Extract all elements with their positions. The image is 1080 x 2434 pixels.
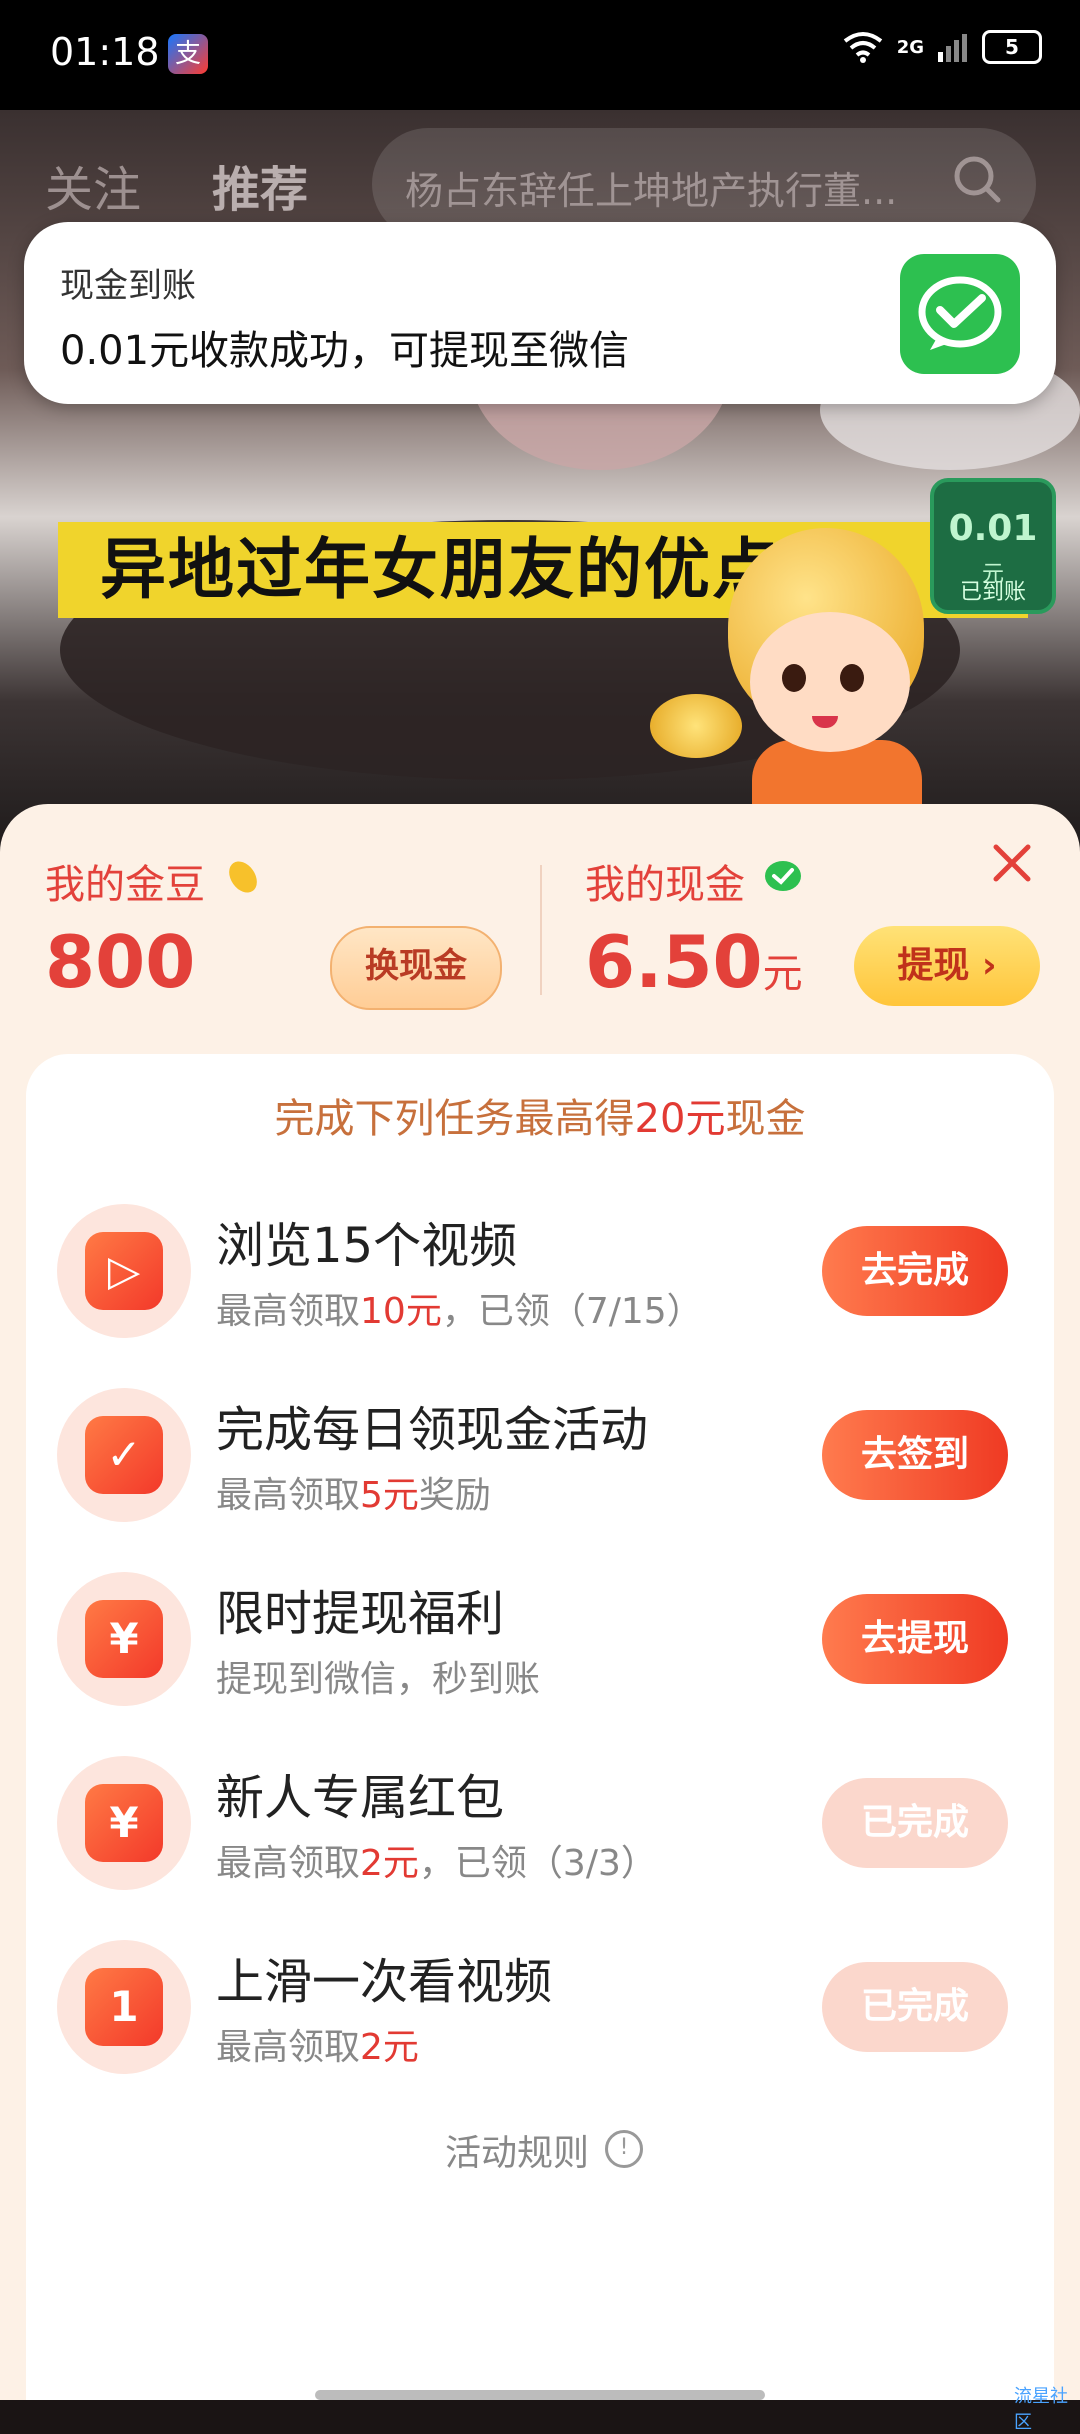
task-action-button[interactable]: 去提现 (822, 1594, 1008, 1684)
gold-bean-icon (229, 861, 257, 893)
task-subtitle-highlight: 5元 (360, 1475, 419, 1516)
notification-title: 现金到账 (60, 266, 196, 306)
task-action-button[interactable]: 已完成 (822, 1962, 1008, 2052)
wallet-divider (540, 865, 542, 995)
signal-icon (938, 34, 967, 62)
task-action-button[interactable]: 去完成 (822, 1226, 1008, 1316)
tv-icon: 1 (85, 1968, 163, 2046)
task-subtitle-suffix: ，已领（7/15） (441, 1291, 703, 1332)
gold-beans-label: 我的金豆 (45, 862, 205, 908)
close-icon[interactable] (990, 838, 1034, 898)
wechat-pay-icon (900, 254, 1020, 374)
play-icon: ▷ (85, 1232, 163, 1310)
alipay-app-icon: 支 (168, 34, 208, 74)
task-subtitle: 最高领取2元，已领（3/3） (216, 1834, 657, 1886)
task-title: 浏览15个视频 (216, 1218, 518, 1274)
wechat-check-icon (765, 861, 801, 891)
mascot-eye (782, 664, 806, 692)
task-subtitle-prefix: 最高领取 (216, 1475, 361, 1516)
task-title: 新人专属红包 (216, 1770, 505, 1826)
status-icons: 2G 5 (843, 30, 1042, 64)
task-action-button[interactable]: 去签到 (822, 1410, 1008, 1500)
watermark: 流星社区 (1014, 2386, 1068, 2433)
exchange-cash-button[interactable]: 换现金 (330, 926, 502, 1010)
status-time: 01:18 (50, 30, 160, 74)
check-icon: ✓ (85, 1416, 163, 1494)
mascot-face (750, 612, 910, 752)
task-subtitle-highlight: 2元 (360, 2027, 419, 2068)
task-title: 完成每日领现金活动 (216, 1402, 649, 1458)
tab-following[interactable]: 关注 (45, 150, 141, 220)
task-subtitle-suffix: ，已领（3/3） (418, 1843, 657, 1884)
mascot-eye (840, 664, 864, 692)
video-caption-text: 异地过年女朋友的优点 (100, 531, 780, 608)
task-subtitle-highlight: 10元 (360, 1291, 442, 1332)
my-cash-label: 我的现金 (585, 862, 745, 908)
task-subtitle: 最高领取10元，已领（7/15） (216, 1282, 703, 1334)
task-list-title: 完成下列任务最高得20元现金 (274, 1096, 806, 1142)
battery-icon: 5 (982, 30, 1042, 64)
task-subtitle: 最高领取5元奖励 (216, 1466, 491, 1518)
task-subtitle-prefix: 最高领取 (216, 1843, 361, 1884)
task-subtitle-highlight: 2元 (360, 1843, 419, 1884)
withdraw-button[interactable]: 提现 › (854, 926, 1040, 1006)
task-subtitle-prefix: 最高领取 (216, 1291, 361, 1332)
network-type-label: 2G (896, 36, 924, 58)
task-subtitle-prefix: 提现到微信，秒到账 (216, 1659, 541, 1700)
task-subtitle-suffix: 奖励 (418, 1475, 491, 1516)
yuan-icon: ¥ (85, 1600, 163, 1678)
search-icon[interactable] (952, 154, 1002, 204)
gold-ingot-icon (650, 694, 742, 758)
red-envelope-icon: ¥ (85, 1784, 163, 1862)
tab-recommend[interactable]: 推荐 (212, 150, 308, 220)
gold-beans-value: 800 (45, 920, 196, 1004)
task-title: 上滑一次看视频 (216, 1954, 553, 2010)
activity-rules-link[interactable]: 活动规则 (445, 2124, 589, 2176)
my-cash-value: 6.50元 (585, 920, 803, 1004)
info-icon[interactable]: ! (605, 2130, 643, 2168)
search-placeholder: 杨占东辞任上坤地产执行董... (405, 169, 898, 213)
task-title: 限时提现福利 (216, 1586, 505, 1642)
wifi-icon (843, 32, 882, 63)
task-subtitle: 提现到微信，秒到账 (216, 1650, 540, 1702)
home-indicator[interactable] (315, 2390, 765, 2400)
task-action-button[interactable]: 已完成 (822, 1778, 1008, 1868)
notification-body: 0.01元收款成功，可提现至微信 (60, 328, 630, 374)
task-subtitle-prefix: 最高领取 (216, 2027, 361, 2068)
cash-received-label: 已到账 (959, 580, 1026, 605)
task-subtitle: 最高领取2元 (216, 2018, 419, 2070)
